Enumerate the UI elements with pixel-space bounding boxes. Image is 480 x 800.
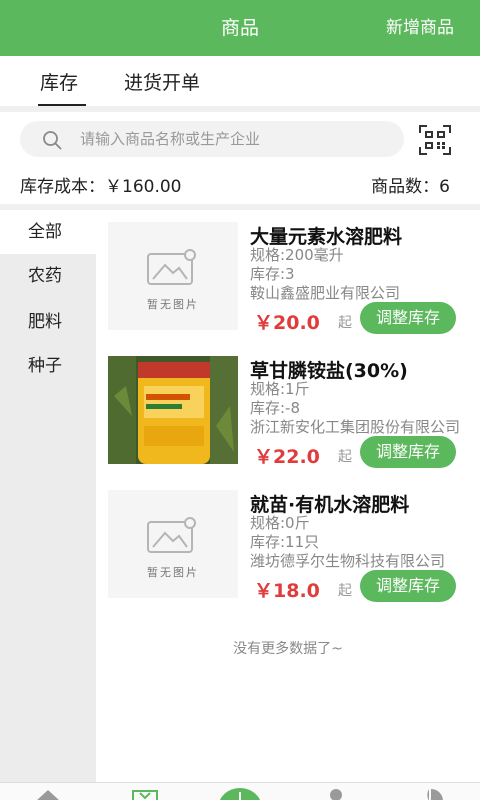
no-more-data-text: 没有更多数据了~ [233, 641, 343, 657]
category-sidebar: 全部 农药 肥料 种子 [0, 210, 96, 786]
product-price-unit: 起 [338, 315, 352, 331]
product-price-unit: 起 [338, 583, 352, 599]
scan-qr-icon[interactable] [418, 124, 452, 156]
product-spec: 规格:200毫升 [250, 246, 344, 264]
inventory-cost: 库存成本：￥160.00 [20, 177, 182, 197]
tab-purchase-order[interactable]: 进货开单 [124, 68, 200, 95]
category-all[interactable]: 全部 [0, 210, 96, 254]
product-card[interactable]: 暂无图片 就苗·有机水溶肥料 规格:0斤 库存:11只 潍坊德孚尔生物科技有限公… [108, 490, 472, 606]
product-card[interactable]: 暂无图片 大量元素水溶肥料 规格:200毫升 库存:3 鞍山鑫盛肥业有限公司 ￥… [108, 222, 472, 338]
image-placeholder-icon [147, 517, 196, 553]
cart-icon[interactable] [132, 788, 158, 800]
image-placeholder-icon [147, 249, 196, 285]
product-price-unit: 起 [338, 449, 352, 465]
product-company: 潍坊德孚尔生物科技有限公司 [250, 552, 446, 570]
bottom-nav [0, 782, 480, 800]
product-price: ￥18.0 [254, 580, 320, 602]
adjust-stock-button[interactable]: 调整库存 [360, 570, 456, 602]
product-company: 鞍山鑫盛肥业有限公司 [250, 284, 401, 302]
user-icon[interactable] [324, 788, 348, 800]
chart-icon[interactable] [418, 788, 444, 800]
product-price: ￥22.0 [254, 446, 320, 468]
product-card[interactable]: 草甘膦铵盐(30%) 规格:1斤 库存:-8 浙江新安化工集团股份有限公司 ￥2… [108, 356, 472, 472]
add-icon[interactable] [218, 786, 262, 800]
image-placeholder-caption: 暂无图片 [147, 566, 199, 579]
category-seed[interactable]: 种子 [0, 344, 96, 388]
product-stock: 库存:11只 [250, 533, 320, 551]
product-count: 商品数：6 [371, 177, 450, 197]
adjust-stock-button[interactable]: 调整库存 [360, 302, 456, 334]
product-spec: 规格:1斤 [250, 380, 310, 398]
product-company: 浙江新安化工集团股份有限公司 [250, 418, 461, 436]
app-header: 商品 新增商品 [0, 0, 480, 56]
product-image-placeholder: 暂无图片 [108, 490, 238, 598]
product-price: ￥20.0 [254, 312, 320, 334]
search-placeholder: 请输入商品名称或生产企业 [80, 130, 261, 148]
add-product-button[interactable]: 新增商品 [386, 0, 454, 56]
image-placeholder-caption: 暂无图片 [147, 298, 199, 311]
product-spec: 规格:0斤 [250, 514, 310, 532]
category-pesticide[interactable]: 农药 [0, 254, 96, 298]
product-image-placeholder: 暂无图片 [108, 222, 238, 330]
adjust-stock-button[interactable]: 调整库存 [360, 436, 456, 468]
search-icon [43, 131, 62, 150]
home-icon[interactable] [34, 788, 62, 800]
category-fertilizer[interactable]: 肥料 [0, 300, 96, 344]
tab-bar: 库存 进货开单 [0, 56, 480, 107]
section-divider [0, 106, 480, 112]
tab-inventory[interactable]: 库存 [40, 68, 78, 95]
search-input[interactable]: 请输入商品名称或生产企业 [20, 121, 404, 157]
product-photo [108, 356, 238, 464]
product-stock: 库存:3 [250, 265, 295, 283]
inventory-stats: 库存成本：￥160.00 商品数：6 [0, 168, 480, 198]
product-stock: 库存:-8 [250, 399, 301, 417]
